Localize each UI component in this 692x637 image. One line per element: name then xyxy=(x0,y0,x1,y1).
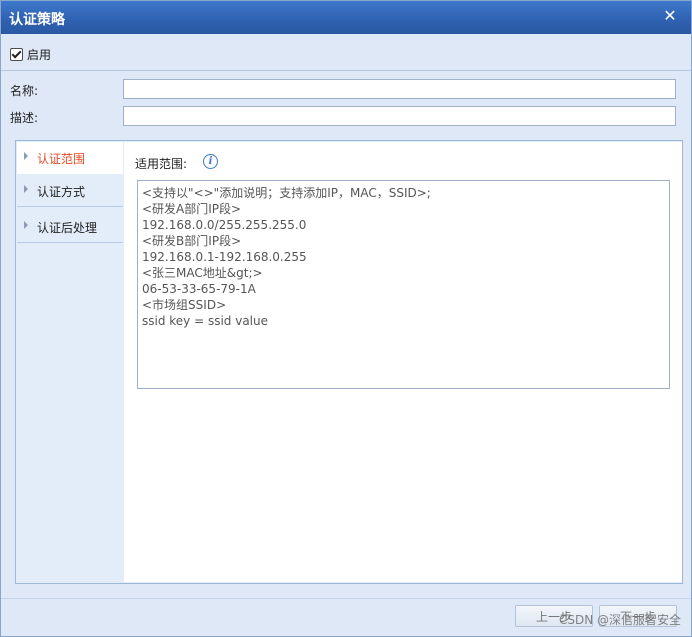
description-label: 描述: xyxy=(10,111,39,125)
enable-row: 启用 xyxy=(10,46,51,63)
dialog-titlebar[interactable]: 认证策略 ✕ xyxy=(1,1,691,34)
scope-textarea[interactable]: <支持以"<>"添加说明；支持添加IP，MAC，SSID>; <研发A部门IP段… xyxy=(137,180,670,389)
watermark: CSDN @深信服智安全 xyxy=(558,613,681,627)
tab-auth-method[interactable]: 认证方式 xyxy=(17,175,123,207)
scope-line: <研发B部门IP段> xyxy=(142,234,242,248)
description-input[interactable] xyxy=(123,106,676,126)
tab-post-auth[interactable]: 认证后处理 xyxy=(17,211,123,243)
scope-line: <研发A部门IP段> xyxy=(142,202,242,216)
name-label: 名称: xyxy=(10,84,39,98)
tab-label: 认证后处理 xyxy=(37,221,98,235)
enable-checkbox[interactable] xyxy=(10,48,23,61)
dialog-title: 认证策略 xyxy=(9,12,65,28)
scope-line: <支持以"<>"添加说明；支持添加IP，MAC，SSID>; xyxy=(142,186,431,200)
close-icon[interactable]: ✕ xyxy=(661,7,679,25)
tab-label: 认证范围 xyxy=(37,152,86,166)
scope-content: 适用范围: i <支持以"<>"添加说明；支持添加IP，MAC，SSID>; <… xyxy=(124,142,682,582)
scope-label: 适用范围: xyxy=(135,157,188,171)
info-icon[interactable]: i xyxy=(203,154,218,169)
tab-auth-scope[interactable]: 认证范围 xyxy=(17,142,123,174)
name-input[interactable] xyxy=(123,79,676,99)
auth-policy-dialog: 认证策略 ✕ 启用 名称: 描述: 认证范围 认证方式 认证后处理 适用范围: … xyxy=(0,0,692,637)
scope-line: <市场组SSID> xyxy=(142,298,227,312)
scope-line: 06-53-33-65-79-1A xyxy=(142,282,256,296)
settings-panel: 认证范围 认证方式 认证后处理 适用范围: i <支持以"<>"添加说明；支持添… xyxy=(15,140,683,584)
scope-line: 192.168.0.0/255.255.255.0 xyxy=(142,218,307,232)
chevron-right-icon xyxy=(24,221,28,229)
chevron-right-icon xyxy=(24,152,28,160)
tab-label: 认证方式 xyxy=(37,185,86,199)
divider xyxy=(1,70,691,71)
scope-line: 192.168.0.1-192.168.0.255 xyxy=(142,250,307,264)
footer-divider xyxy=(1,598,691,599)
chevron-right-icon xyxy=(24,185,28,193)
scope-line: <张三MAC地址&gt;> xyxy=(142,266,263,280)
enable-label: 启用 xyxy=(27,48,52,62)
scope-line: ssid key = ssid value xyxy=(142,314,269,328)
